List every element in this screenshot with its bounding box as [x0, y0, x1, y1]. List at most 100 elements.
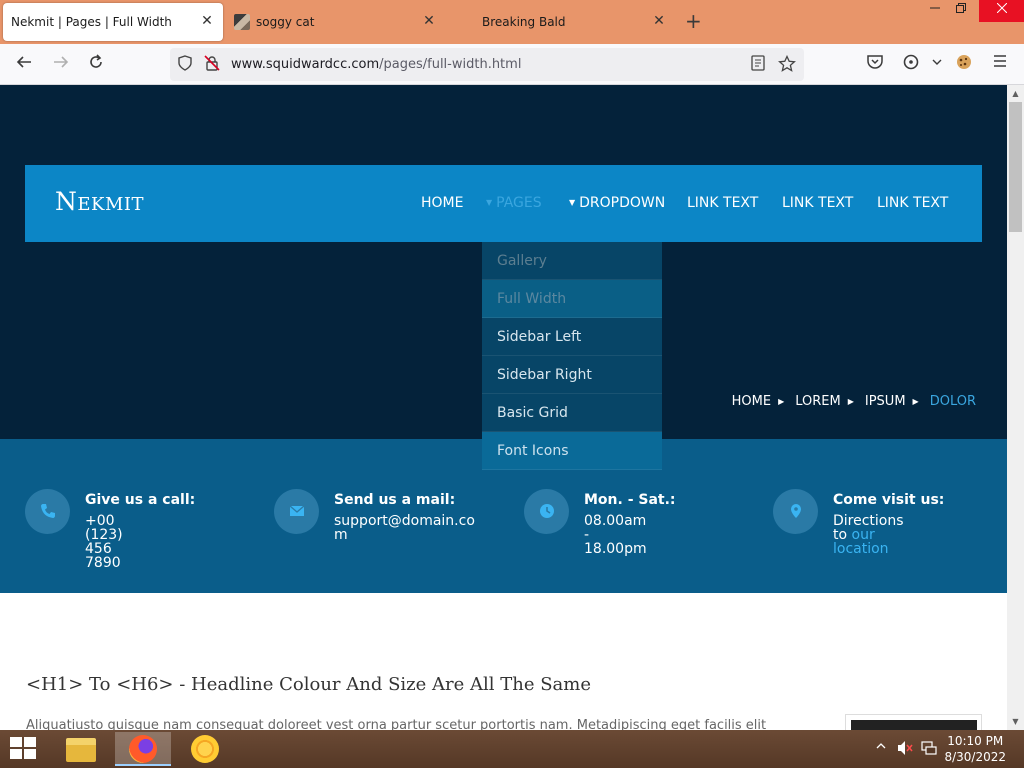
- page-scrollbar[interactable]: ▲ ▼: [1007, 85, 1024, 730]
- phone-icon: [25, 489, 70, 534]
- clock-date: 8/30/2022: [944, 750, 1006, 764]
- nav-dropdown-label: DROPDOWN: [579, 195, 666, 211]
- account-dropdown-button[interactable]: [926, 53, 948, 75]
- windows-logo-icon-part: [24, 737, 36, 747]
- site-logo[interactable]: Nekmit: [55, 187, 144, 216]
- nav-home[interactable]: HOME: [421, 195, 463, 211]
- info-detail: +00 (123) 456 7890: [85, 513, 123, 571]
- dropdown-item-sidebar-left[interactable]: Sidebar Left: [482, 318, 662, 356]
- back-arrow-icon: [16, 56, 31, 68]
- tab-title: soggy cat: [256, 15, 315, 29]
- tab-soggy-cat[interactable]: soggy cat ✕: [230, 3, 445, 41]
- firefox-taskbar-button[interactable]: [115, 732, 171, 766]
- caret-right-icon: ▶: [847, 397, 854, 406]
- insecure-lock-icon[interactable]: [203, 55, 221, 73]
- address-bar[interactable]: www.squidwardcc.com/pages/full-width.htm…: [170, 48, 804, 81]
- caret-right-icon: ▶: [778, 397, 785, 406]
- cat-favicon-icon: [234, 14, 250, 30]
- pages-dropdown-menu: Gallery Full Width Sidebar Left Sidebar …: [482, 242, 662, 470]
- tab-title: Nekmit | Pages | Full Width: [11, 15, 172, 29]
- envelope-icon: [274, 489, 319, 534]
- breadcrumb-dolor: DOLOR: [929, 394, 976, 409]
- info-title: Give us a call:: [85, 492, 196, 508]
- nav-link-text-3[interactable]: LINK TEXT: [877, 195, 948, 211]
- close-icon: [996, 2, 1007, 14]
- scroll-down-arrow-icon[interactable]: ▼: [1007, 713, 1024, 730]
- close-window-button[interactable]: [979, 0, 1024, 22]
- clock-icon: [524, 489, 569, 534]
- dropdown-item-gallery[interactable]: Gallery: [482, 242, 662, 280]
- start-button[interactable]: [10, 737, 38, 761]
- shield-icon[interactable]: [176, 55, 194, 73]
- restore-icon: [956, 3, 966, 13]
- info-detail: support@domain.co m: [334, 514, 475, 542]
- bookmark-star-icon[interactable]: [778, 54, 796, 73]
- forward-button[interactable]: [50, 53, 72, 75]
- nav-pages-label: PAGES: [496, 195, 542, 211]
- email-line-2[interactable]: m: [334, 527, 348, 543]
- tab-breaking-bald[interactable]: Breaking Bald ✕: [460, 3, 675, 41]
- caret-down-icon: ▼: [486, 198, 493, 207]
- restore-button[interactable]: [944, 0, 978, 22]
- back-button[interactable]: [13, 53, 35, 75]
- minimize-icon: [930, 7, 940, 9]
- tray-overflow-chevron-icon[interactable]: [876, 740, 886, 754]
- url-path: /pages/full-width.html: [379, 57, 522, 72]
- taskbar-clock[interactable]: 10:10 PM 8/30/2022: [944, 733, 1006, 765]
- nav-pages[interactable]: ▼ PAGES: [486, 195, 542, 211]
- folder-icon: [66, 738, 96, 762]
- info-title: Mon. - Sat.:: [584, 492, 676, 508]
- chrome-taskbar-button[interactable]: [177, 732, 233, 766]
- close-tab-icon[interactable]: ✕: [421, 13, 437, 29]
- sidebar-widget-header: [851, 720, 977, 730]
- windows-logo-icon-part: [10, 749, 22, 759]
- breadcrumb-lorem[interactable]: LOREM: [795, 394, 840, 409]
- location-link-part2[interactable]: location: [833, 541, 889, 557]
- email-line-1[interactable]: support@domain.co: [334, 513, 475, 529]
- info-title: Come visit us:: [833, 492, 945, 508]
- nav-dropdown[interactable]: ▼ DROPDOWN: [569, 195, 665, 211]
- page-headline: <H1> To <H6> - Headline Colour And Size …: [26, 674, 591, 695]
- file-explorer-taskbar-button[interactable]: [53, 732, 109, 766]
- dropdown-item-basic-grid[interactable]: Basic Grid: [482, 394, 662, 432]
- scroll-up-arrow-icon[interactable]: ▲: [1007, 85, 1024, 102]
- clock-time: 10:10 PM: [947, 734, 1004, 748]
- network-icon[interactable]: [921, 740, 937, 759]
- cookie-icon: [957, 55, 971, 69]
- breadcrumb-ipsum[interactable]: IPSUM: [865, 394, 906, 409]
- cookie-extension-button[interactable]: [953, 53, 975, 75]
- main-content: <H1> To <H6> - Headline Colour And Size …: [0, 593, 1007, 730]
- chrome-icon: [191, 735, 219, 763]
- reader-view-icon[interactable]: [749, 55, 767, 73]
- tab-strip: Nekmit | Pages | Full Width ✕ soggy cat …: [0, 0, 1024, 44]
- close-tab-icon[interactable]: ✕: [651, 13, 667, 29]
- new-tab-button[interactable]: +: [685, 11, 702, 31]
- reload-button[interactable]: [85, 53, 107, 75]
- volume-muted-icon[interactable]: [897, 740, 913, 759]
- page-viewport: Nekmit HOME ▼ PAGES ▼ DROPDOWN LINK TEXT L…: [0, 85, 1007, 730]
- breadcrumb-home[interactable]: HOME: [732, 394, 771, 409]
- url-host: www.squidwardcc.com: [231, 57, 380, 72]
- dropdown-item-full-width[interactable]: Full Width: [482, 280, 662, 318]
- tab-nekmit[interactable]: Nekmit | Pages | Full Width ✕: [3, 3, 223, 41]
- scroll-thumb[interactable]: [1009, 102, 1022, 232]
- sync-account-button[interactable]: [900, 53, 922, 75]
- info-title: Send us a mail:: [334, 492, 456, 508]
- app-menu-button[interactable]: [989, 53, 1011, 75]
- dropdown-item-font-icons[interactable]: Font Icons: [482, 432, 662, 470]
- reload-icon: [90, 54, 102, 68]
- close-tab-icon[interactable]: ✕: [199, 13, 215, 29]
- nav-link-text-1[interactable]: LINK TEXT: [687, 195, 758, 211]
- nav-link-text-2[interactable]: LINK TEXT: [782, 195, 853, 211]
- caret-right-icon: ▶: [912, 397, 919, 406]
- chevron-down-icon: [932, 59, 942, 65]
- forward-arrow-icon: [54, 56, 69, 68]
- tab-title: Breaking Bald: [482, 15, 566, 29]
- sidebar-widget: [845, 714, 982, 730]
- pocket-button[interactable]: [864, 53, 886, 75]
- info-detail: 08.00am - 18.00pm: [584, 513, 647, 557]
- body-paragraph: Aliquatiusto quisque nam consequat dolor…: [26, 718, 767, 730]
- breadcrumb: HOME ▶ LOREM ▶ IPSUM ▶ DOLOR: [732, 394, 976, 409]
- dropdown-item-sidebar-right[interactable]: Sidebar Right: [482, 356, 662, 394]
- pocket-icon: [867, 55, 883, 69]
